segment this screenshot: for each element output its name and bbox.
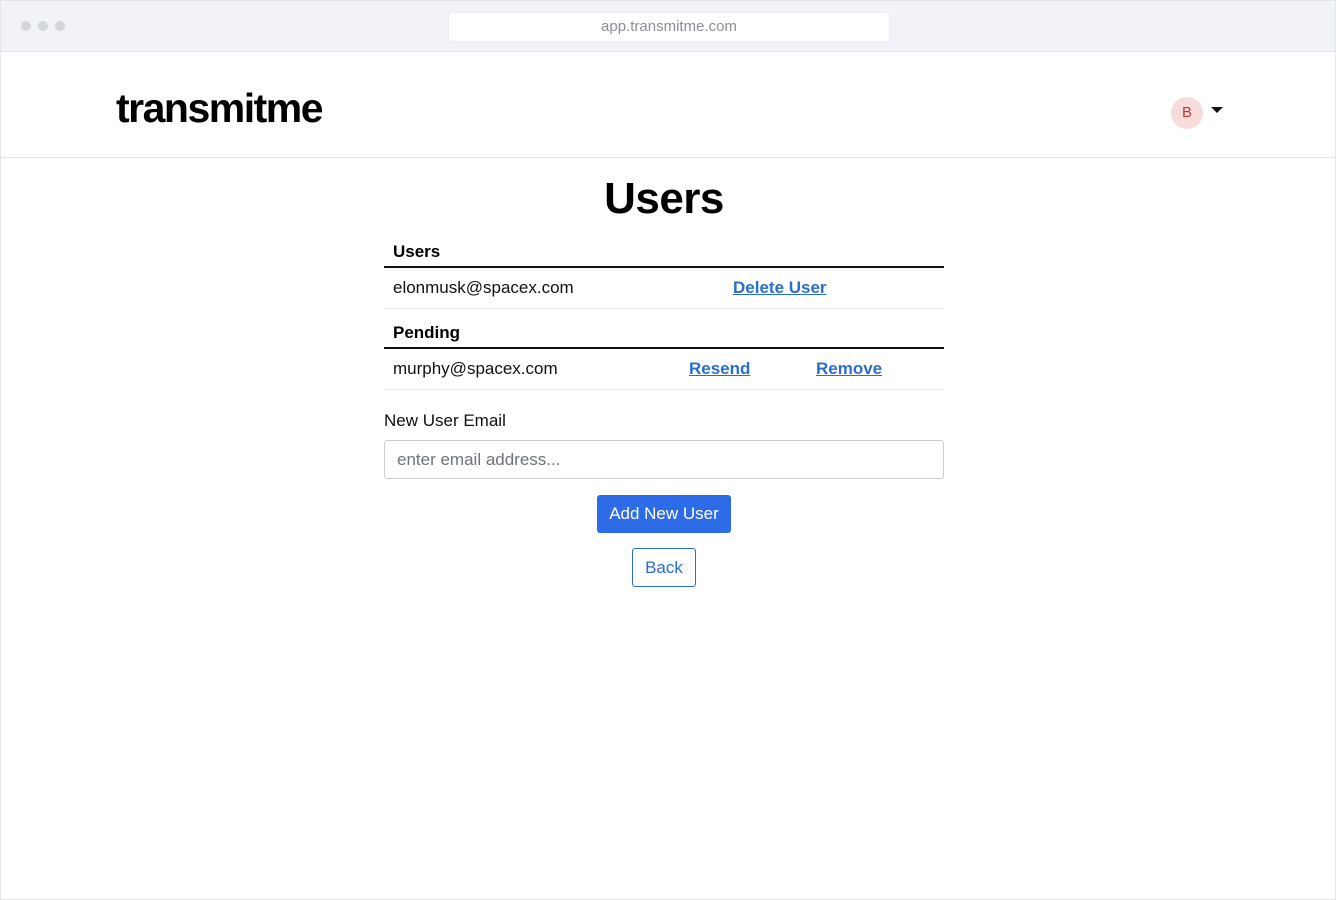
- users-section-heading: Users: [384, 240, 944, 268]
- new-user-email-label: New User Email: [384, 411, 506, 430]
- new-user-email-input[interactable]: [384, 440, 944, 479]
- user-email: elonmusk@spacex.com: [393, 278, 574, 297]
- window-control-dot[interactable]: [38, 21, 48, 31]
- browser-window: app.transmitme.com transmitme B Users Us…: [0, 0, 1336, 900]
- add-button-wrap: Add New User: [384, 479, 944, 533]
- pending-row: murphy@spacex.com Resend Remove: [384, 349, 944, 390]
- remove-link[interactable]: Remove: [816, 359, 882, 379]
- user-avatar[interactable]: B: [1171, 97, 1203, 129]
- main-content: Users Users elonmusk@spacex.com Delete U…: [384, 158, 944, 587]
- user-row: elonmusk@spacex.com Delete User: [384, 268, 944, 309]
- window-control-dot[interactable]: [21, 21, 31, 31]
- app-header: transmitme B: [1, 52, 1335, 158]
- browser-chrome: app.transmitme.com: [1, 1, 1335, 52]
- back-button[interactable]: Back: [632, 548, 696, 587]
- window-control-dot[interactable]: [55, 21, 65, 31]
- pending-section-heading: Pending: [384, 321, 944, 349]
- delete-user-link[interactable]: Delete User: [733, 278, 827, 298]
- pending-email: murphy@spacex.com: [393, 359, 558, 378]
- app-logo[interactable]: transmitme: [116, 84, 324, 132]
- back-button-wrap: Back: [384, 533, 944, 587]
- page-title: Users: [604, 174, 724, 223]
- caret-down-icon[interactable]: [1211, 107, 1223, 113]
- add-new-user-button[interactable]: Add New User: [597, 495, 731, 533]
- resend-link[interactable]: Resend: [689, 359, 750, 379]
- address-bar[interactable]: app.transmitme.com: [448, 12, 890, 42]
